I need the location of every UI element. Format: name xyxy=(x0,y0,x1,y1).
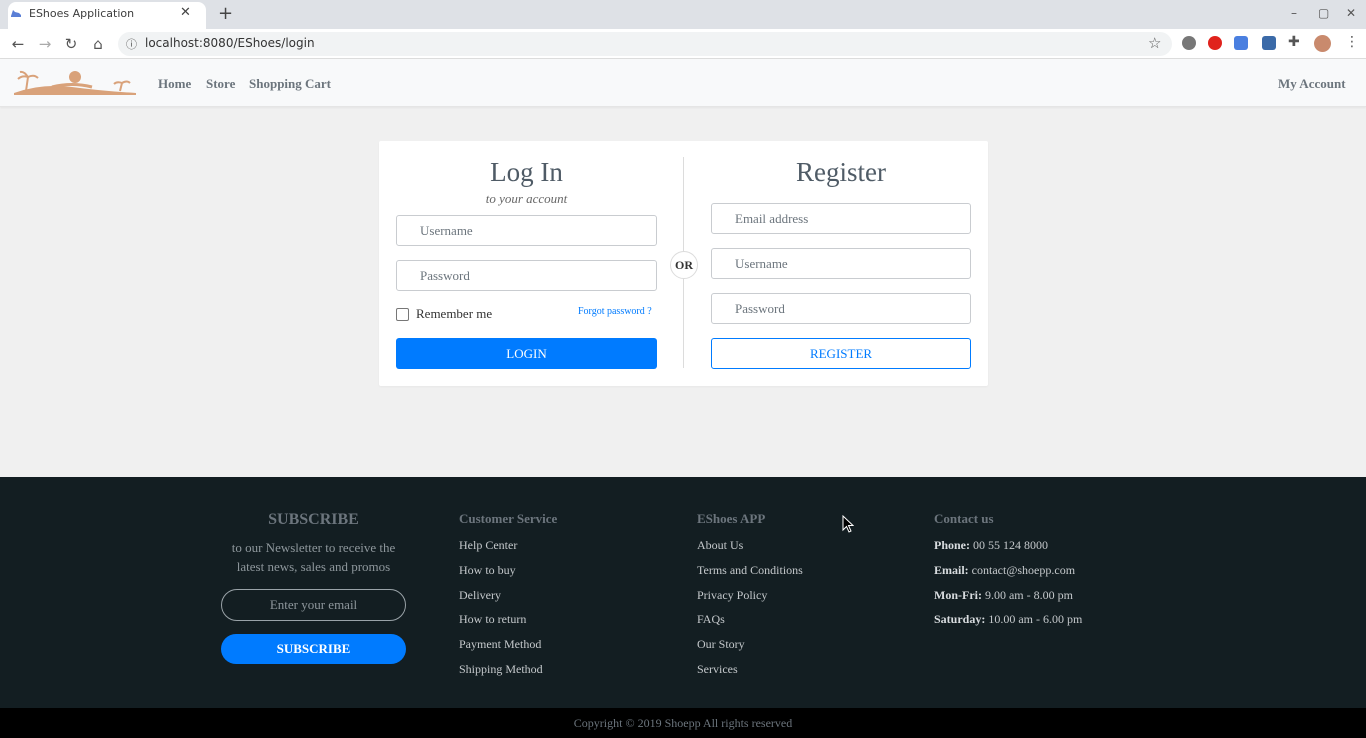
footer-link-how-to-return[interactable]: How to return xyxy=(459,612,526,627)
back-icon[interactable]: ← xyxy=(9,35,27,53)
footer-link-shipping-method[interactable]: Shipping Method xyxy=(459,662,543,677)
subscribe-text-line2: latest news, sales and promos xyxy=(236,559,391,574)
footer-link-services[interactable]: Services xyxy=(697,662,738,677)
remember-me-label: Remember me xyxy=(416,306,493,321)
remember-me-checkbox[interactable] xyxy=(396,308,409,321)
contact-email: Email: contact@shoepp.com xyxy=(934,563,1076,577)
bookmark-star-icon[interactable]: ☆ xyxy=(1148,34,1161,52)
nav-store[interactable]: Store xyxy=(206,76,235,92)
newsletter-email-input[interactable] xyxy=(221,589,406,621)
forward-icon[interactable]: → xyxy=(36,35,54,53)
maximize-icon[interactable]: ▢ xyxy=(1318,6,1329,20)
nav-home[interactable]: Home xyxy=(158,76,191,92)
profile-avatar[interactable] xyxy=(1314,35,1331,52)
register-button[interactable]: REGISTER xyxy=(711,338,971,369)
footer-link-how-to-buy[interactable]: How to buy xyxy=(459,563,516,578)
footer-link-payment-method[interactable]: Payment Method xyxy=(459,637,541,652)
minimize-icon[interactable]: – xyxy=(1291,6,1297,20)
register-email-input[interactable] xyxy=(711,203,971,234)
extension-dark-icon[interactable] xyxy=(1182,36,1196,50)
login-username-input[interactable] xyxy=(396,215,657,246)
extension-briefcase-icon[interactable] xyxy=(1262,36,1276,50)
extension-opera-icon[interactable] xyxy=(1208,36,1222,50)
beach-logo-icon[interactable] xyxy=(12,69,138,99)
site-navbar xyxy=(0,59,1366,107)
footer-link-our-story[interactable]: Our Story xyxy=(697,637,745,652)
login-subtitle: to your account xyxy=(485,191,568,206)
contact-phone: Phone: 00 55 124 8000 xyxy=(934,538,1048,552)
eshoes-app-title: EShoes APP xyxy=(697,511,766,526)
site-footer xyxy=(0,477,1366,708)
footer-link-faqs[interactable]: FAQs xyxy=(697,612,725,627)
url-text: localhost:8080/EShoes/login xyxy=(145,36,315,50)
subscribe-button[interactable]: SUBSCRIBE xyxy=(221,634,406,664)
login-title: Log In xyxy=(490,157,563,187)
reload-icon[interactable]: ↻ xyxy=(62,35,80,53)
login-password-input[interactable] xyxy=(396,260,657,291)
home-icon[interactable]: ⌂ xyxy=(89,35,107,53)
nav-shopping-cart[interactable]: Shopping Cart xyxy=(249,76,331,92)
info-icon[interactable]: ⓘ xyxy=(126,36,137,52)
contact-saturday-hours: Saturday: 10.00 am - 6.00 pm xyxy=(934,612,1083,626)
footer-link-help-center[interactable]: Help Center xyxy=(459,538,517,553)
footer-link-about-us[interactable]: About Us xyxy=(697,538,743,553)
login-button[interactable]: Login xyxy=(396,338,657,369)
register-password-input[interactable] xyxy=(711,293,971,324)
new-tab-button[interactable]: + xyxy=(218,3,233,24)
close-window-icon[interactable]: ✕ xyxy=(1346,6,1356,20)
forgot-password-link[interactable]: Forgot password ? xyxy=(578,306,652,317)
nav-my-account[interactable]: My Account xyxy=(1278,76,1346,92)
contact-weekday-hours: Mon-Fri: 9.00 am - 8.00 pm xyxy=(934,588,1073,602)
subscribe-title: SUBSCRIBE xyxy=(268,511,359,528)
register-title: Register xyxy=(796,157,886,187)
or-badge: OR xyxy=(670,251,698,279)
mouse-cursor-icon xyxy=(842,515,854,533)
footer-link-delivery[interactable]: Delivery xyxy=(459,588,501,603)
customer-service-title: Customer Service xyxy=(459,511,558,526)
shoe-favicon-icon xyxy=(11,10,21,17)
register-username-input[interactable] xyxy=(711,248,971,279)
copyright-text: Copyright © 2019 Shoepp All rights reser… xyxy=(573,716,793,730)
footer-link-terms[interactable]: Terms and Conditions xyxy=(697,563,803,578)
extensions-puzzle-icon[interactable]: ✚ xyxy=(1288,34,1300,50)
footer-link-privacy[interactable]: Privacy Policy xyxy=(697,588,767,603)
contact-us-title: Contact us xyxy=(934,511,994,526)
tab-title: EShoes Application xyxy=(29,7,135,20)
menu-dots-icon[interactable]: ⋮ xyxy=(1345,34,1359,50)
tab-close-icon[interactable]: ✕ xyxy=(180,5,191,20)
subscribe-text-line1: to our Newsletter to receive the xyxy=(231,540,396,555)
extension-translate-icon[interactable] xyxy=(1234,36,1248,50)
